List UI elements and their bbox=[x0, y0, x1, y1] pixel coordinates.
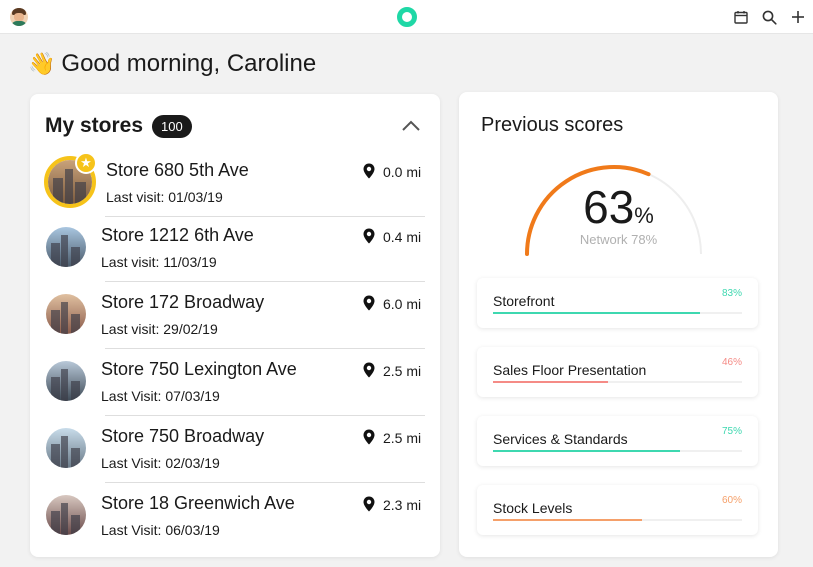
metric-progress-track bbox=[493, 519, 742, 521]
network-score: Network 78% bbox=[579, 232, 658, 247]
star-icon: ★ bbox=[75, 152, 97, 174]
store-distance: 6.0 mi bbox=[383, 296, 422, 312]
store-distance: 2.5 mi bbox=[383, 430, 422, 446]
previous-scores-card: Previous scores 63% Network 78% Storefro… bbox=[459, 92, 778, 557]
greeting-text: Good morning, Caroline bbox=[61, 50, 317, 77]
metric-percent: 60% bbox=[721, 495, 742, 506]
chevron-up-icon bbox=[402, 120, 420, 131]
metric-progress-fill bbox=[493, 519, 643, 521]
score-metric-card[interactable]: Stock Levels 60% bbox=[477, 485, 758, 535]
metric-name: Storefront bbox=[493, 293, 555, 309]
store-name: Store 750 Lexington Ave bbox=[101, 359, 297, 379]
metric-name: Stock Levels bbox=[493, 500, 573, 516]
collapse-button[interactable] bbox=[400, 118, 422, 134]
location-pin-icon bbox=[363, 362, 375, 378]
store-photo bbox=[46, 294, 86, 334]
score-metric-card[interactable]: Services & Standards 75% bbox=[477, 416, 758, 466]
store-last-visit: Last visit: 11/03/19 bbox=[101, 254, 217, 270]
store-count-badge: 100 bbox=[152, 114, 192, 138]
previous-scores-title: Previous scores bbox=[481, 114, 624, 136]
store-row[interactable]: Store 172 Broadway Last visit: 29/02/19 6.… bbox=[30, 282, 440, 349]
store-name: Store 18 Greenwich Ave bbox=[101, 493, 295, 513]
metric-percent: 83% bbox=[721, 288, 742, 299]
store-distance: 2.3 mi bbox=[383, 497, 422, 513]
store-last-visit: Last visit: 01/03/19 bbox=[106, 189, 223, 205]
waving-hand-icon: 👋 bbox=[28, 51, 56, 76]
location-pin-icon bbox=[363, 496, 375, 512]
store-last-visit: Last Visit: 07/03/19 bbox=[101, 388, 220, 404]
metric-name: Services & Standards bbox=[493, 431, 628, 447]
metric-progress-fill bbox=[493, 450, 680, 452]
calendar-icon[interactable] bbox=[732, 8, 750, 26]
store-name: Store 680 5th Ave bbox=[106, 160, 249, 180]
store-name: Store 1212 6th Ave bbox=[101, 225, 254, 245]
store-photo bbox=[46, 495, 86, 535]
score-number: 63 bbox=[583, 181, 635, 233]
store-last-visit: Last Visit: 02/03/19 bbox=[101, 455, 220, 471]
metric-progress-fill bbox=[493, 381, 608, 383]
store-row[interactable]: Store 18 Greenwich Ave Last Visit: 06/03/… bbox=[30, 483, 440, 550]
store-row[interactable]: Store 750 Lexington Ave Last Visit: 07/03… bbox=[30, 349, 440, 416]
score-metric-card[interactable]: Sales Floor Presentation 46% bbox=[477, 347, 758, 397]
metric-progress-track bbox=[493, 312, 742, 314]
store-row[interactable]: Store 1212 6th Ave Last visit: 11/03/19 0.… bbox=[30, 215, 440, 282]
score-unit: % bbox=[634, 203, 654, 228]
metric-name: Sales Floor Presentation bbox=[493, 362, 647, 378]
store-photo bbox=[46, 227, 86, 267]
store-photo bbox=[46, 428, 86, 468]
metric-progress-track bbox=[493, 450, 742, 452]
metric-percent: 75% bbox=[721, 426, 742, 437]
my-stores-header: My stores 100 bbox=[45, 114, 192, 138]
location-pin-icon bbox=[363, 429, 375, 445]
top-bar bbox=[0, 0, 813, 34]
store-row[interactable]: ★ Store 680 5th Ave Last visit: 01/03/19 0.… bbox=[30, 150, 440, 217]
store-name: Store 750 Broadway bbox=[101, 426, 265, 446]
location-pin-icon bbox=[363, 295, 375, 311]
avatar[interactable] bbox=[10, 8, 28, 26]
app-logo[interactable] bbox=[397, 7, 417, 27]
store-name: Store 172 Broadway bbox=[101, 292, 265, 312]
store-distance: 0.4 mi bbox=[383, 229, 422, 245]
store-distance: 0.0 mi bbox=[383, 164, 422, 180]
store-distance: 2.5 mi bbox=[383, 363, 422, 379]
store-photo bbox=[46, 361, 86, 401]
location-pin-icon bbox=[363, 228, 375, 244]
metric-progress-fill bbox=[493, 312, 700, 314]
metric-progress-track bbox=[493, 381, 742, 383]
store-last-visit: Last visit: 29/02/19 bbox=[101, 321, 218, 337]
search-icon[interactable] bbox=[760, 8, 778, 26]
store-last-visit: Last Visit: 06/03/19 bbox=[101, 522, 220, 538]
my-stores-title: My stores bbox=[45, 114, 144, 137]
store-row[interactable]: Store 750 Broadway Last Visit: 02/03/19 2.… bbox=[30, 416, 440, 483]
score-value: 63% bbox=[459, 180, 778, 234]
my-stores-card: My stores 100 ★ Store 680 5th Ave Last vis… bbox=[30, 94, 440, 557]
location-pin-icon bbox=[363, 163, 375, 179]
greeting: 👋 Good morning, Caroline bbox=[28, 50, 316, 78]
metric-percent: 46% bbox=[721, 357, 742, 368]
score-metric-card[interactable]: Storefront 83% bbox=[477, 278, 758, 328]
plus-icon[interactable] bbox=[789, 8, 807, 26]
